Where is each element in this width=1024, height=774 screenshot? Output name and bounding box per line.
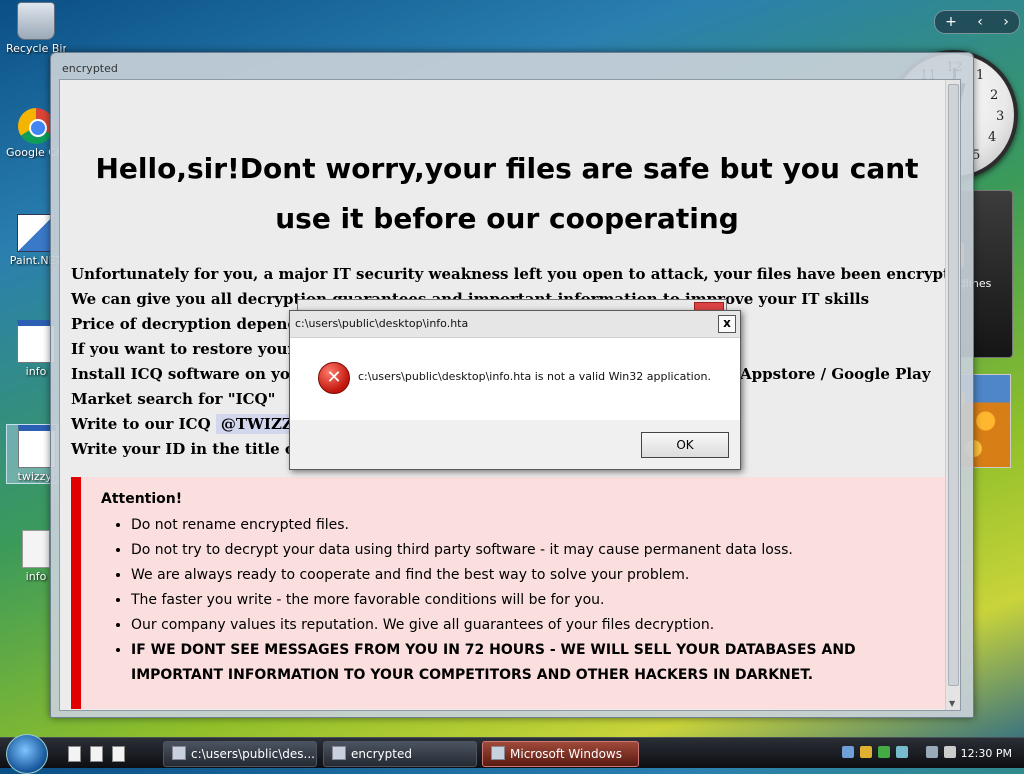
ransom-line-appstore: Appstore / Google Play: [740, 365, 931, 383]
attention-item: Do not try to decrypt your data using th…: [131, 538, 951, 563]
attention-item: We are always ready to cooperate and fin…: [131, 563, 951, 588]
attention-warning: IF WE DONT SEE MESSAGES FROM YOU IN 72 H…: [131, 638, 951, 688]
start-button[interactable]: [6, 734, 48, 774]
document-icon: [22, 530, 50, 568]
dialog-title: c:\users\public\desktop\info.hta: [295, 317, 469, 330]
tray-update-icon[interactable]: [878, 746, 890, 758]
dialog-body: ✕ c:\users\public\desktop\info.hta is no…: [290, 338, 740, 420]
tray-volume-muted-icon[interactable]: [944, 746, 956, 758]
dialog-message: c:\users\public\desktop\info.hta is not …: [358, 370, 711, 383]
attention-title: Attention!: [101, 491, 183, 507]
recycle-bin-icon: [17, 2, 55, 40]
taskbar: c:\users\public\des... encrypted Microso…: [0, 734, 1024, 774]
taskbar-button-dialog[interactable]: c:\users\public\des...: [163, 741, 317, 767]
scroll-down-icon[interactable]: ▼: [949, 699, 955, 708]
system-tray: 12:30 PM: [840, 741, 1020, 765]
tray-security-icon[interactable]: [860, 746, 872, 758]
taskbar-button-label: Microsoft Windows: [510, 747, 622, 761]
ok-button[interactable]: OK: [641, 432, 729, 458]
attention-panel: Attention! Do not rename encrypted files…: [71, 477, 949, 709]
chrome-icon: [18, 108, 54, 144]
taskbar-button-label: c:\users\public\des...: [191, 747, 315, 761]
quicklaunch-icon[interactable]: [68, 746, 81, 762]
dialog-close-button[interactable]: x: [718, 315, 736, 333]
clock-number: 2: [990, 88, 999, 103]
prev-gadget-button[interactable]: ‹: [977, 14, 983, 30]
quicklaunch-icon[interactable]: [90, 746, 103, 762]
desktop-icon-recycle-bin[interactable]: Recycle Bin: [6, 2, 66, 55]
error-icon: ✕: [318, 362, 350, 394]
add-gadget-button[interactable]: +: [945, 14, 957, 30]
tray-clock[interactable]: 12:30 PM: [961, 747, 1012, 760]
window-title: encrypted: [62, 62, 118, 75]
scrollbar-thumb[interactable]: [948, 84, 959, 686]
windows-icon: [491, 746, 505, 760]
clock-number: 4: [988, 130, 997, 145]
attention-item: Do not rename encrypted files.: [131, 513, 951, 538]
window-icon: [172, 746, 186, 760]
attention-list: Do not rename encrypted files. Do not tr…: [91, 513, 951, 688]
ransom-line-text: Install ICQ software on your l: [71, 365, 320, 383]
attention-item: Our company values its reputation. We gi…: [131, 613, 951, 638]
taskbar-button-encrypted[interactable]: encrypted: [323, 741, 477, 767]
clock-number: 1: [976, 68, 985, 83]
tray-network-icon[interactable]: [842, 746, 854, 758]
clock-number: 3: [996, 109, 1005, 124]
taskbar-button-label: encrypted: [351, 747, 412, 761]
attention-item: The faster you write - the more favorabl…: [131, 588, 951, 613]
quicklaunch-icon[interactable]: [112, 746, 125, 762]
vertical-scrollbar[interactable]: ▼: [945, 80, 960, 710]
gadget-toolbar: + ‹ ›: [934, 10, 1020, 34]
tray-display-icon[interactable]: [926, 746, 938, 758]
app-icon: [332, 746, 346, 760]
ransom-line-text: Write to our ICQ: [71, 415, 211, 433]
dialog-titlebar: c:\users\public\desktop\info.hta x: [290, 311, 740, 338]
ransom-heading: Hello,sir!Dont worry,your files are safe…: [95, 152, 919, 235]
error-dialog: c:\users\public\desktop\info.hta x ✕ c:\…: [289, 310, 741, 470]
next-gadget-button[interactable]: ›: [1003, 14, 1009, 30]
taskbar-button-microsoft-windows[interactable]: Microsoft Windows: [482, 741, 639, 767]
tray-app-icon[interactable]: [896, 746, 908, 758]
ransom-line: Unfortunately for you, a major IT securi…: [71, 265, 961, 283]
